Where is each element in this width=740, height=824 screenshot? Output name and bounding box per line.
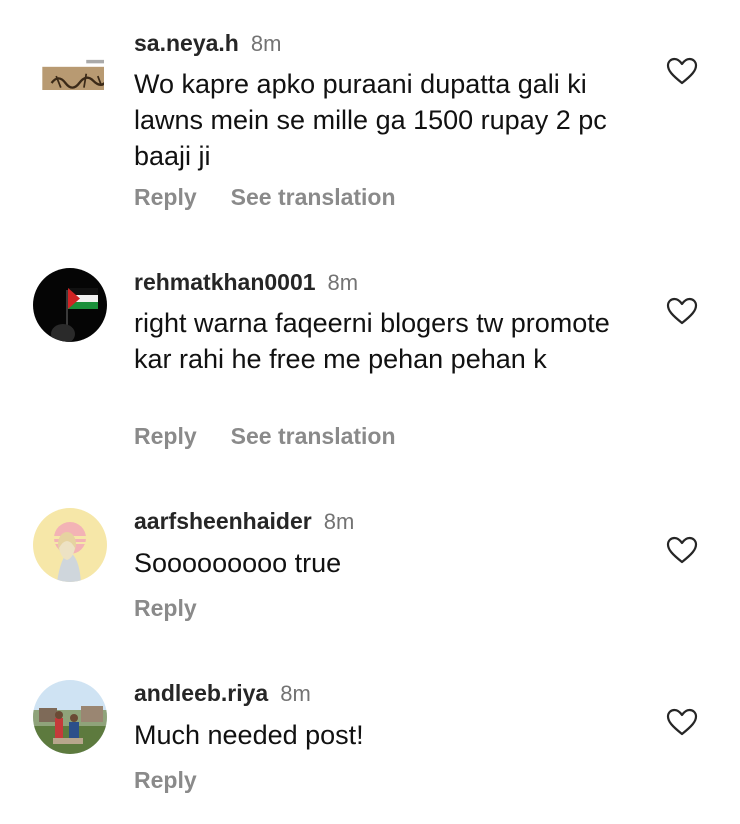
comment-username[interactable]: andleeb.riya <box>134 680 268 707</box>
comment-timestamp: 8m <box>280 681 311 706</box>
like-button[interactable] <box>666 707 698 737</box>
reply-button[interactable]: Reply <box>134 767 197 794</box>
comment-item: andleeb.riya 8m Much needed post! Reply <box>0 0 740 820</box>
heart-outline-icon <box>666 708 698 736</box>
comment-text: Much needed post! <box>134 720 364 750</box>
outdoor-photo-avatar-icon <box>33 680 107 754</box>
avatar[interactable] <box>33 680 107 754</box>
